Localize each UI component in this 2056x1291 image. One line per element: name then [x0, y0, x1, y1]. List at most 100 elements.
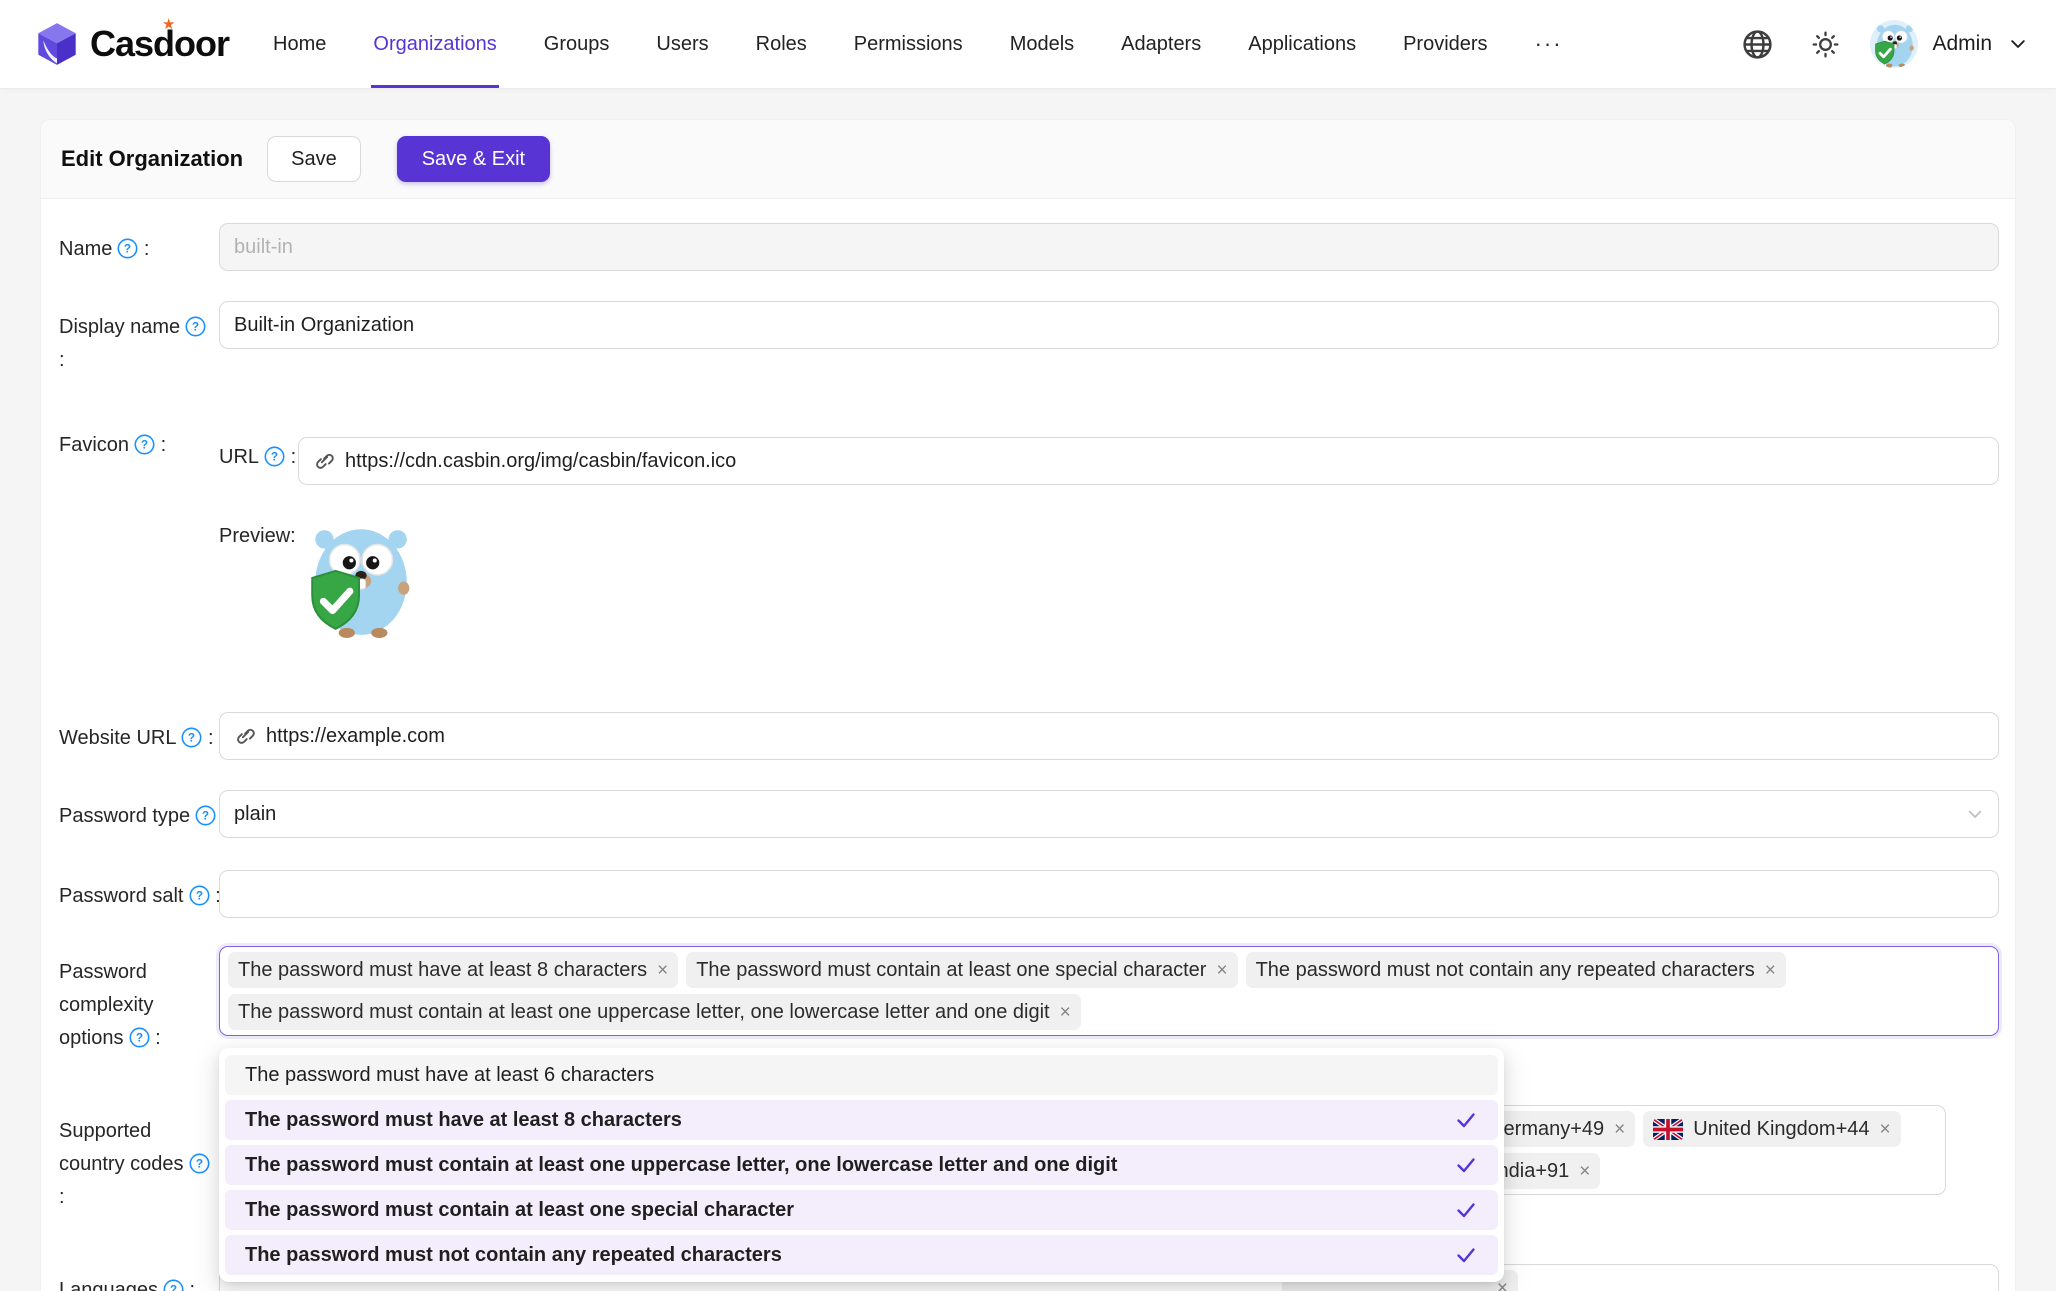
casdoor-cube-icon — [38, 23, 76, 65]
help-icon[interactable]: ? — [185, 316, 206, 337]
row-password-type: Password type? : plain — [59, 790, 1999, 838]
favicon-url-input[interactable]: https://cdn.casbin.org/img/casbin/favico… — [298, 437, 1999, 485]
nav-item-adapters[interactable]: Adapters — [1121, 0, 1201, 88]
password-salt-input[interactable] — [219, 870, 1999, 918]
svg-text:?: ? — [271, 450, 278, 464]
svg-text:?: ? — [170, 1283, 177, 1291]
svg-text:?: ? — [202, 809, 209, 823]
casdoor-app: Casdoor ★ Home Organizations Groups User… — [0, 0, 2056, 1291]
help-icon[interactable]: ? — [129, 1027, 150, 1048]
user-avatar[interactable] — [1870, 20, 1919, 68]
svg-text:?: ? — [195, 889, 202, 903]
website-url-input[interactable]: https://example.com — [219, 712, 1999, 760]
select-chevron-down-icon — [1968, 810, 1982, 818]
nav-item-groups[interactable]: Groups — [544, 0, 610, 88]
casdoor-logo[interactable]: Casdoor ★ — [34, 16, 230, 67]
row-password-salt: Password salt? : — [59, 870, 1999, 918]
tag-close-icon[interactable]: × — [1216, 961, 1227, 980]
favicon-preview-row: Preview: — [219, 516, 1999, 640]
edit-organization-panel: Edit Organization Save Save & Exit Name?… — [40, 119, 2016, 1291]
nav-overflow-ellipsis[interactable]: ··· — [1535, 31, 1563, 57]
favicon-url-row: URL? : https://cdn.casbin.org/img/casbin… — [219, 437, 1999, 485]
checkmark-icon — [1457, 1158, 1475, 1173]
svg-text:?: ? — [188, 731, 195, 745]
complexity-tag: The password must not contain any repeat… — [1245, 952, 1786, 988]
page-title: Edit Organization — [61, 146, 244, 171]
dropdown-option[interactable]: The password must have at least 6 charac… — [225, 1055, 1498, 1095]
help-icon[interactable]: ? — [181, 727, 202, 748]
link-icon — [237, 728, 255, 744]
website-url-label: Website URL? : — [59, 727, 214, 749]
name-input[interactable]: built-in — [219, 223, 1999, 271]
checkmark-icon — [1457, 1113, 1475, 1128]
nav-item-providers[interactable]: Providers — [1403, 0, 1487, 88]
checkmark-icon — [1457, 1203, 1475, 1218]
svg-text:?: ? — [141, 438, 148, 452]
edit-organization-form: Name? : built-in Display name? : Built-i… — [41, 199, 2015, 1291]
save-and-exit-button[interactable]: Save & Exit — [396, 136, 551, 182]
password-complexity-label: Password complexity options? : — [59, 961, 161, 1049]
dropdown-option[interactable]: The password must contain at least one s… — [225, 1190, 1498, 1230]
link-icon — [316, 453, 334, 469]
row-password-complexity: Password complexity options? : The passw… — [59, 946, 1999, 1282]
help-icon[interactable]: ? — [189, 1153, 210, 1174]
favicon-preview-image — [298, 516, 420, 640]
brand-name: Casdoor — [90, 23, 230, 64]
nav-item-organizations[interactable]: Organizations — [371, 0, 500, 88]
nav-item-applications[interactable]: Applications — [1248, 0, 1356, 88]
password-complexity-dropdown: The password must have at least 6 charac… — [219, 1048, 1504, 1282]
help-icon[interactable]: ? — [117, 238, 138, 259]
help-icon[interactable]: ? — [134, 434, 155, 455]
account-chevron-down-icon[interactable] — [2008, 34, 2028, 54]
tag-close-icon[interactable]: × — [1765, 961, 1776, 980]
account-name[interactable]: Admin — [1932, 32, 1992, 56]
password-complexity-multiselect[interactable]: The password must have at least 8 charac… — [219, 946, 1999, 1036]
dropdown-option[interactable]: The password must not contain any repeat… — [225, 1235, 1498, 1275]
tag-close-icon[interactable]: × — [1060, 1003, 1071, 1022]
svg-text:?: ? — [135, 1031, 142, 1045]
tag-close-icon[interactable]: × — [1880, 1120, 1891, 1139]
password-salt-label: Password salt? : — [59, 885, 221, 907]
row-favicon: Favicon? : URL? : https://cdn.casbin.org… — [59, 419, 1999, 640]
dropdown-option[interactable]: The password must have at least 8 charac… — [225, 1100, 1498, 1140]
nav-item-users[interactable]: Users — [656, 0, 708, 88]
nav-item-models[interactable]: Models — [1010, 0, 1074, 88]
svg-text:?: ? — [195, 1157, 202, 1171]
favicon-label: Favicon? : — [59, 434, 167, 456]
display-name-label: Display name? : — [59, 301, 219, 377]
nav-item-roles[interactable]: Roles — [756, 0, 807, 88]
top-navbar: Casdoor ★ Home Organizations Groups User… — [0, 0, 2056, 88]
name-label: Name? : — [59, 238, 150, 260]
save-button[interactable]: Save — [267, 136, 361, 182]
languages-label: Languages? : — [59, 1264, 219, 1291]
row-name: Name? : built-in — [59, 223, 1999, 271]
password-type-select[interactable]: plain — [219, 790, 1999, 838]
favicon-url-label: URL? : — [219, 446, 297, 468]
password-type-label: Password type? : — [59, 790, 235, 833]
svg-text:?: ? — [124, 242, 131, 256]
theme-light-icon[interactable] — [1811, 30, 1840, 59]
dropdown-option[interactable]: The password must contain at least one u… — [225, 1145, 1498, 1185]
complexity-tag: The password must have at least 8 charac… — [228, 952, 679, 988]
display-name-input[interactable]: Built-in Organization — [219, 301, 1999, 349]
main-nav: Home Organizations Groups Users Roles Pe… — [273, 0, 1563, 88]
help-icon[interactable]: ? — [195, 805, 216, 826]
united-kingdom-flag-icon — [1653, 1118, 1684, 1140]
country-codes-label: Supported country codes? : — [59, 1105, 219, 1214]
logo-star-icon: ★ — [162, 16, 176, 33]
tag-close-icon[interactable]: × — [1579, 1162, 1590, 1181]
header-right-cluster: Admin — [1742, 20, 2028, 68]
nav-item-home[interactable]: Home — [273, 0, 326, 88]
help-icon[interactable]: ? — [163, 1279, 184, 1291]
help-icon[interactable]: ? — [189, 885, 210, 906]
help-icon[interactable]: ? — [264, 446, 285, 467]
tag-close-icon[interactable]: × — [1614, 1120, 1625, 1139]
tag-close-icon[interactable]: × — [657, 961, 668, 980]
language-globe-icon[interactable] — [1742, 29, 1773, 60]
row-website-url: Website URL? : https://example.com — [59, 712, 1999, 760]
row-display-name: Display name? : Built-in Organization — [59, 301, 1999, 377]
checkmark-icon — [1457, 1248, 1475, 1263]
favicon-preview-label: Preview: — [219, 525, 296, 547]
complexity-tag: The password must contain at least one u… — [228, 994, 1081, 1030]
nav-item-permissions[interactable]: Permissions — [854, 0, 963, 88]
